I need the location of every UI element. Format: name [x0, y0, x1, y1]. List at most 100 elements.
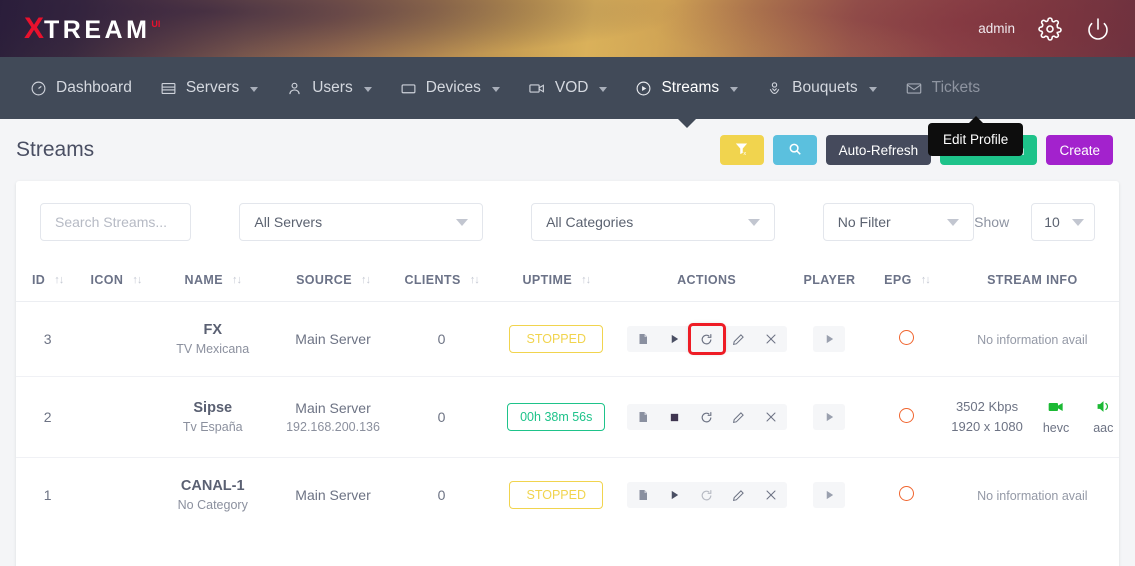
- nav-item-streams[interactable]: Streams: [621, 57, 752, 119]
- cell-player: [791, 458, 868, 533]
- player-play-icon[interactable]: [813, 482, 845, 508]
- nav-item-users[interactable]: Users: [272, 57, 385, 119]
- column-header-uptime[interactable]: UPTIME ↑↓: [490, 261, 623, 302]
- restart-icon[interactable]: [691, 326, 723, 352]
- chevron-down-icon: [947, 219, 959, 226]
- file-icon[interactable]: [627, 404, 659, 430]
- play-icon[interactable]: [659, 482, 691, 508]
- cell-stream-info: 3502 Kbps 1920 x 1080 hevc aac: [946, 377, 1119, 458]
- nav-label-tickets: Tickets: [932, 79, 981, 97]
- player-play-icon[interactable]: [813, 404, 845, 430]
- servers-select[interactable]: All Servers: [239, 203, 483, 241]
- sort-icon[interactable]: ↑↓: [921, 274, 930, 286]
- sort-icon[interactable]: ↑↓: [132, 274, 141, 286]
- play-icon[interactable]: [659, 326, 691, 352]
- chevron-down-icon: [730, 87, 738, 92]
- source-name: Main Server: [273, 331, 393, 347]
- column-header-clients[interactable]: CLIENTS↑↓: [393, 261, 490, 302]
- epg-circle-icon[interactable]: [899, 330, 914, 345]
- stream-bitrate-resolution: 3502 Kbps 1920 x 1080: [951, 397, 1023, 437]
- clear-filter-button[interactable]: x: [720, 135, 764, 165]
- stream-category: TV Mexicana: [153, 342, 273, 356]
- no-info-text: No information avail: [977, 489, 1087, 503]
- speaker-icon: [1096, 400, 1111, 416]
- column-header-epg[interactable]: EPG↑↓: [868, 261, 945, 302]
- cell-uptime: STOPPED: [490, 302, 623, 377]
- sort-icon[interactable]: ↑↓: [361, 274, 370, 286]
- filter-clear-icon: x: [734, 141, 749, 159]
- column-header-id[interactable]: ID↑↓: [16, 261, 79, 302]
- status-badge: 00h 38m 56s: [507, 403, 605, 431]
- cell-name: FX TV Mexicana: [153, 302, 273, 377]
- no-info-text: No information avail: [977, 333, 1087, 347]
- bitrate-text: 3502 Kbps: [951, 397, 1023, 417]
- epg-circle-icon[interactable]: [899, 486, 914, 501]
- col-label: UPTIME: [522, 273, 572, 287]
- edit-icon[interactable]: [723, 482, 755, 508]
- close-icon[interactable]: [755, 326, 787, 352]
- epg-circle-icon[interactable]: [899, 408, 914, 423]
- cell-source: Main Server 192.168.200.136: [273, 377, 393, 458]
- page-size-select[interactable]: 10: [1031, 203, 1095, 241]
- player-play-icon[interactable]: [813, 326, 845, 352]
- file-icon[interactable]: [627, 326, 659, 352]
- restart-icon[interactable]: [691, 482, 723, 508]
- nav-item-devices[interactable]: Devices: [386, 57, 514, 119]
- search-button[interactable]: [773, 135, 817, 165]
- chevron-down-icon: [364, 87, 372, 92]
- action-button-group: [627, 404, 787, 430]
- create-button[interactable]: Create: [1046, 135, 1113, 165]
- sort-icon[interactable]: ↑↓: [581, 274, 590, 286]
- power-icon[interactable]: [1085, 16, 1111, 42]
- file-icon[interactable]: [627, 482, 659, 508]
- table-head: ID↑↓ ICON↑↓ NAME↑↓ SOURCE↑↓ CLIENTS↑↓ UP…: [16, 261, 1119, 302]
- stream-category: No Category: [153, 498, 273, 512]
- stop-icon[interactable]: [659, 404, 691, 430]
- table-row[interactable]: 3 FX TV Mexicana Main Server 0 STOPPED: [16, 302, 1119, 377]
- sort-icon[interactable]: ↑↓: [232, 274, 241, 286]
- sort-icon[interactable]: ↑↓: [54, 274, 63, 286]
- cell-icon: [79, 458, 152, 533]
- xtream-logo[interactable]: XTREAMUI: [24, 12, 160, 46]
- audio-codec: aac: [1093, 400, 1113, 435]
- codec-group: hevc aac: [1043, 400, 1114, 435]
- search-input[interactable]: Search Streams...: [40, 203, 191, 241]
- column-header-icon[interactable]: ICON↑↓: [79, 261, 152, 302]
- admin-username[interactable]: admin: [978, 21, 1015, 36]
- categories-select[interactable]: All Categories: [531, 203, 775, 241]
- sort-icon[interactable]: ↑↓: [470, 274, 479, 286]
- restart-icon[interactable]: [691, 404, 723, 430]
- source-name: Main Server: [273, 487, 393, 503]
- logo-superscript: UI: [151, 19, 160, 29]
- column-header-source[interactable]: SOURCE↑↓: [273, 261, 393, 302]
- action-button-group: [627, 326, 787, 352]
- video-codec: hevc: [1043, 400, 1069, 435]
- logo-text: TREAM: [44, 16, 150, 45]
- gear-icon[interactable]: [1037, 16, 1063, 42]
- page-actions: x Auto-Refresh Add Stream Create: [720, 135, 1113, 165]
- column-header-stream-info: STREAM INFO: [946, 261, 1119, 302]
- auto-refresh-button[interactable]: Auto-Refresh: [826, 135, 932, 165]
- nav-item-vod[interactable]: VOD: [514, 57, 622, 119]
- cell-id: 2: [16, 377, 79, 458]
- nav-item-tickets[interactable]: Tickets: [891, 57, 995, 119]
- chevron-down-icon: [869, 87, 877, 92]
- column-header-name[interactable]: NAME↑↓: [153, 261, 273, 302]
- nav-item-servers[interactable]: Servers: [146, 57, 272, 119]
- cell-stream-info: No information avail: [946, 302, 1119, 377]
- table-row[interactable]: 2 Sipse Tv España Main Server 192.168.20…: [16, 377, 1119, 458]
- cell-id: 3: [16, 302, 79, 377]
- close-icon[interactable]: [755, 404, 787, 430]
- edit-icon[interactable]: [723, 404, 755, 430]
- nav-label-dashboard: Dashboard: [56, 79, 132, 97]
- chevron-down-icon: [1072, 219, 1084, 226]
- table-row[interactable]: 1 CANAL-1 No Category Main Server 0 STOP…: [16, 458, 1119, 533]
- filter-select[interactable]: No Filter: [823, 203, 974, 241]
- edit-icon[interactable]: [723, 326, 755, 352]
- close-icon[interactable]: [755, 482, 787, 508]
- table-body: 3 FX TV Mexicana Main Server 0 STOPPED: [16, 302, 1119, 533]
- nav-item-bouquets[interactable]: Bouquets: [752, 57, 891, 119]
- nav-item-dashboard[interactable]: Dashboard: [16, 57, 146, 119]
- nav-label-bouquets: Bouquets: [792, 79, 858, 97]
- cell-source: Main Server: [273, 458, 393, 533]
